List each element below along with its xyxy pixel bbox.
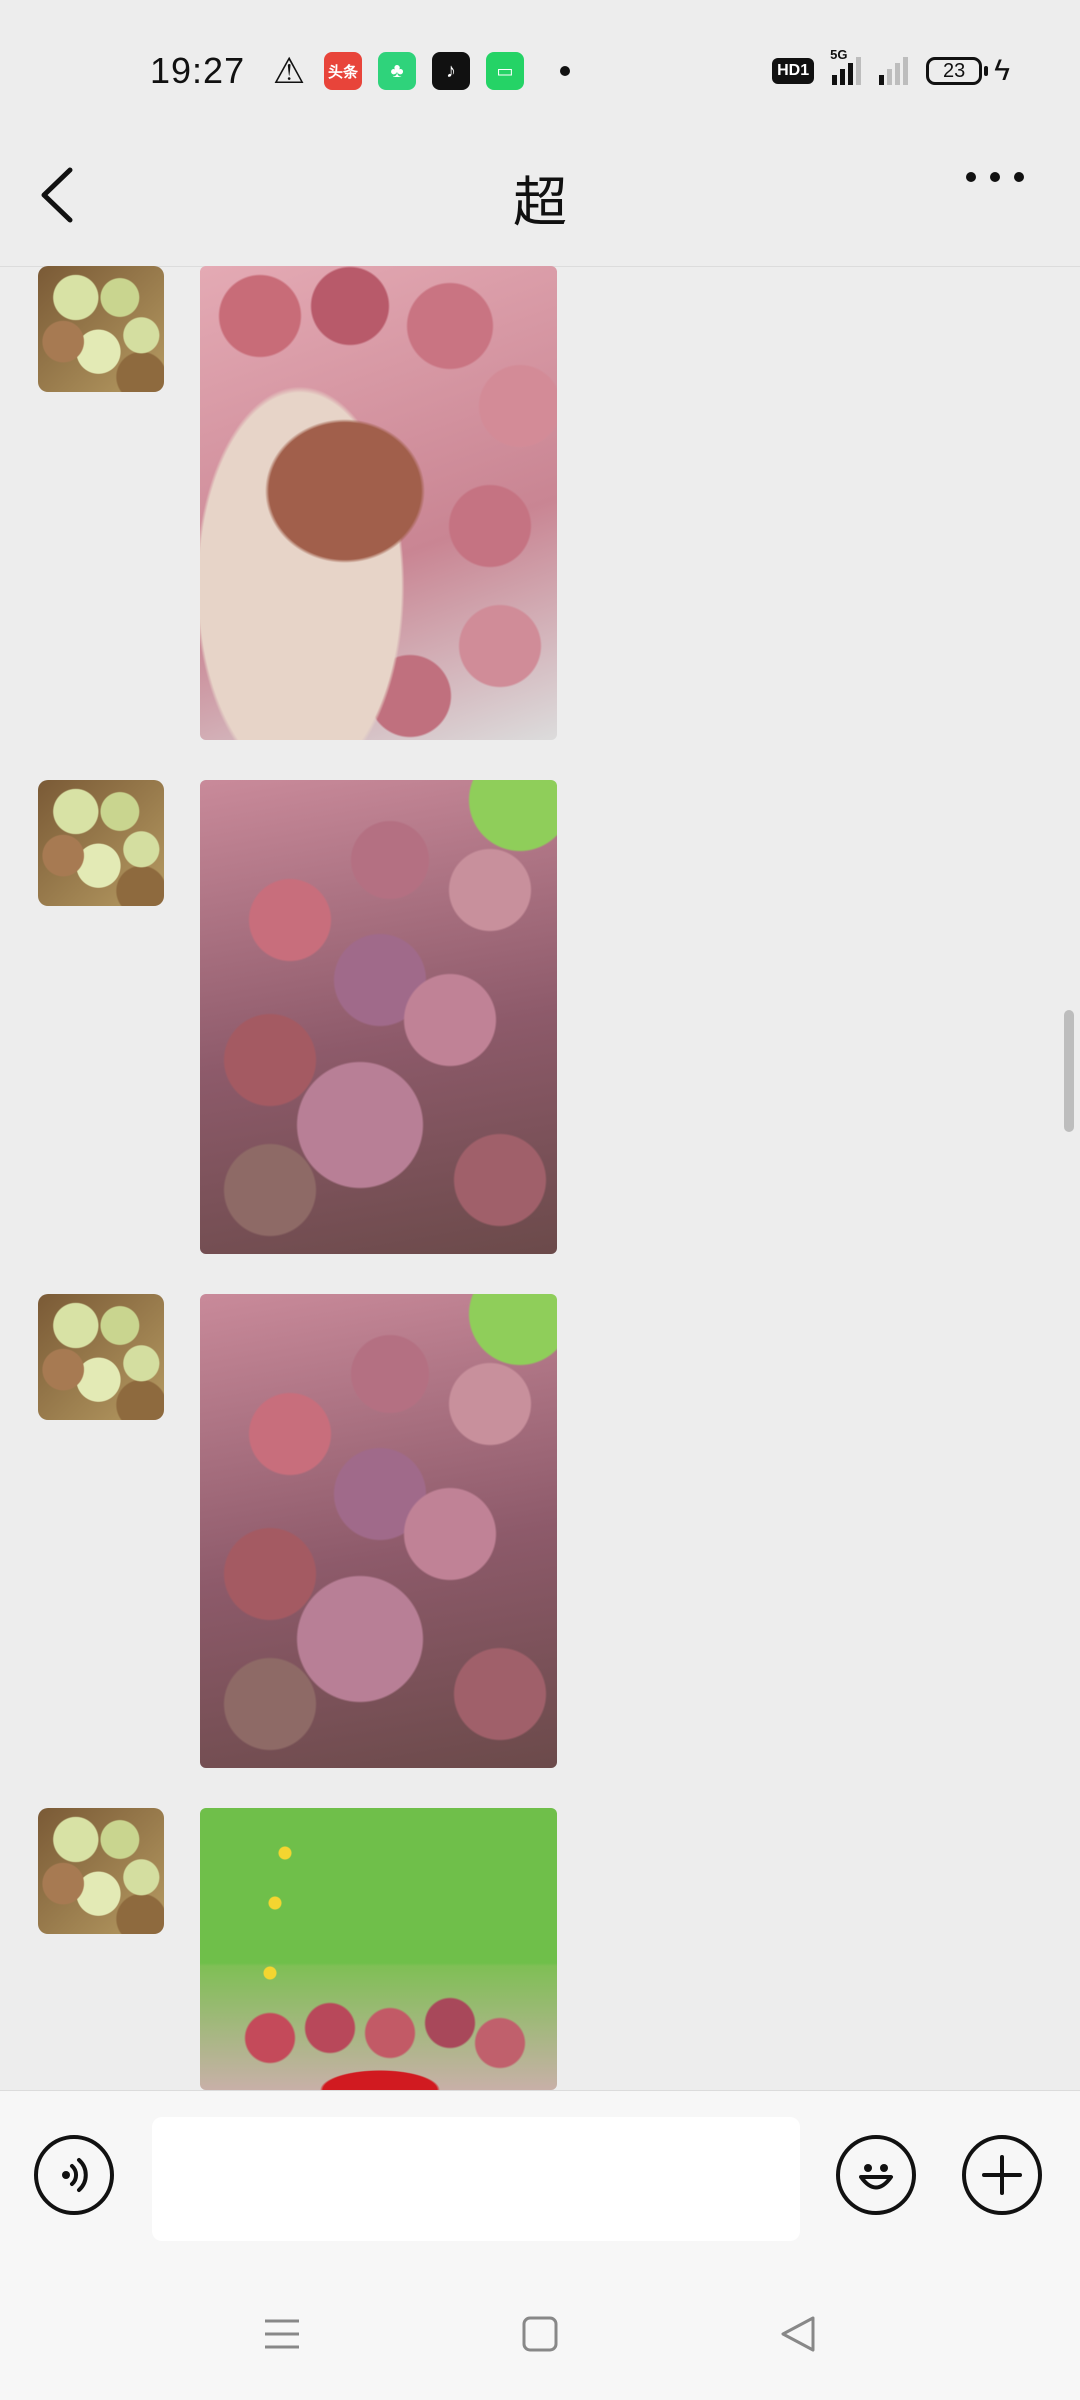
system-indicators: HD1 5G 23 ϟ xyxy=(772,47,1010,88)
avatar[interactable] xyxy=(38,1294,164,1420)
chat-title: 超 xyxy=(513,171,567,234)
menu-icon[interactable] xyxy=(252,2304,312,2364)
plum-pile-photo[interactable] xyxy=(200,780,557,1254)
avatar[interactable] xyxy=(38,1808,164,1934)
emoji-icon[interactable] xyxy=(836,2135,916,2215)
mini-program-icon: ♣ xyxy=(378,52,416,90)
plums-on-grass-photo[interactable] xyxy=(200,1808,557,2090)
nav-back-icon[interactable] xyxy=(768,2304,828,2364)
signal-5g-icon: 5G xyxy=(830,47,862,85)
battery-level: 23 xyxy=(926,57,983,85)
message-input[interactable] xyxy=(152,2117,800,2241)
avatar[interactable] xyxy=(38,780,164,906)
toutiao-app-icon: 头条 xyxy=(324,52,362,90)
status-bar: 19:27 ⚠ 头条 ♣ ♪ ▭ HD1 5G 23 ϟ xyxy=(0,0,1080,120)
network-type-label: 5G xyxy=(830,47,848,62)
warning-icon: ⚠ xyxy=(272,50,306,91)
plus-icon[interactable] xyxy=(962,2135,1042,2215)
plum-in-hand-photo[interactable] xyxy=(200,266,557,740)
system-navigation-bar xyxy=(0,2260,1080,2400)
charging-icon: ϟ xyxy=(994,54,1010,87)
notification-icons: ⚠ 头条 ♣ ♪ ▭ xyxy=(270,50,570,91)
plum-pile-photo[interactable] xyxy=(200,1294,557,1768)
scrollbar[interactable] xyxy=(1064,1010,1074,1132)
signal-sim2-icon xyxy=(879,57,909,85)
home-icon[interactable] xyxy=(510,2304,570,2364)
chat-header: 超 xyxy=(0,120,1080,267)
tiktok-app-icon: ♪ xyxy=(432,52,470,90)
input-bar xyxy=(0,2090,1080,2261)
status-time: 19:27 xyxy=(150,50,246,91)
message-list[interactable] xyxy=(0,266,1080,2090)
more-notifications-dot xyxy=(560,66,570,76)
voice-icon[interactable] xyxy=(34,2135,114,2215)
battery-icon: 23 ϟ xyxy=(926,54,1010,88)
hd-voice-icon: HD1 xyxy=(772,58,815,84)
more-dots-icon[interactable] xyxy=(966,172,1024,182)
avatar[interactable] xyxy=(38,266,164,392)
chat-app-icon: ▭ xyxy=(486,52,524,90)
